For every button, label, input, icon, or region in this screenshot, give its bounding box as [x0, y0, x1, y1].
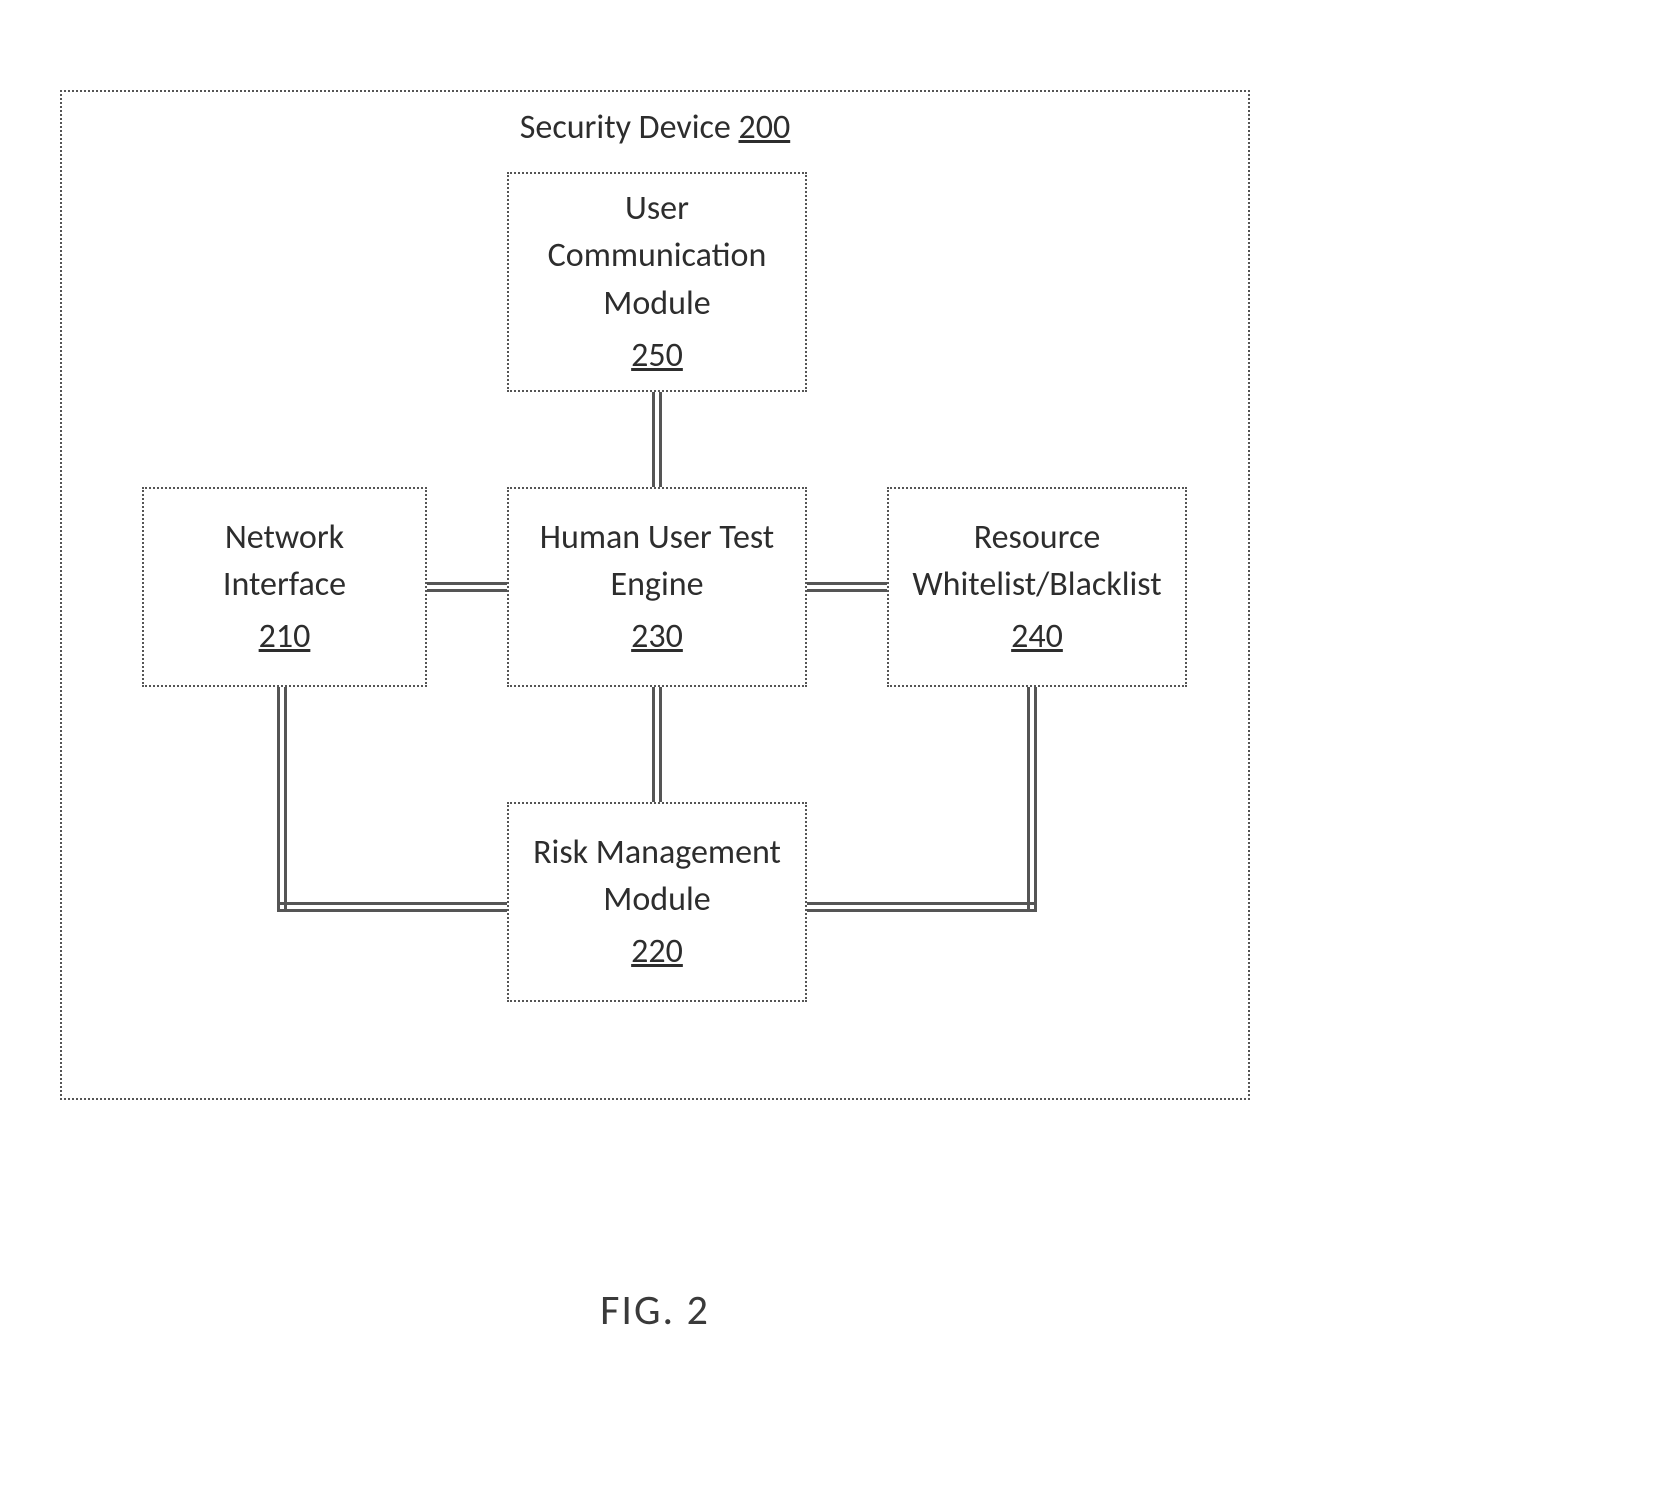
block-label-line: Communication: [548, 232, 767, 280]
diagram-container: Security Device 200 User Communication M…: [60, 90, 1250, 1100]
block-label-line: Resource: [974, 514, 1101, 562]
block-number: 250: [631, 332, 683, 380]
connector-netif-to-risk-vertical: [277, 687, 287, 912]
block-label-line: Network: [225, 514, 344, 562]
block-network-interface: Network Interface 210: [142, 487, 427, 687]
connector-usercomm-to-engine: [652, 392, 662, 487]
connector-whitelist-to-risk-vertical: [1027, 687, 1037, 912]
block-label-line: User: [625, 185, 689, 233]
container-number: 200: [739, 107, 791, 148]
block-risk-management-module: Risk Management Module 220: [507, 802, 807, 1002]
block-number: 210: [259, 613, 311, 661]
block-user-communication-module: User Communication Module 250: [507, 172, 807, 392]
block-human-user-test-engine: Human User Test Engine 230: [507, 487, 807, 687]
block-label-line: Engine: [610, 561, 703, 609]
block-number: 230: [631, 613, 683, 661]
block-resource-whitelist-blacklist: Resource Whitelist/Blacklist 240: [887, 487, 1187, 687]
block-label-line: Whitelist/Blacklist: [912, 561, 1161, 609]
connector-netif-to-engine: [427, 582, 507, 592]
block-label-line: Human User Test: [540, 514, 774, 562]
connector-whitelist-to-risk-horizontal: [807, 902, 1037, 912]
connector-engine-to-risk: [652, 687, 662, 802]
figure-caption: FIG. 2: [0, 1285, 1310, 1336]
container-title: Security Device 200: [62, 107, 1248, 148]
block-label-line: Module: [603, 876, 710, 924]
block-number: 220: [631, 928, 683, 976]
block-label-line: Risk Management: [533, 829, 781, 877]
block-label-line: Module: [603, 280, 710, 328]
block-number: 240: [1011, 613, 1063, 661]
connector-engine-to-whitelist: [807, 582, 887, 592]
page: Security Device 200 User Communication M…: [0, 0, 1658, 1506]
container-title-text: Security Device: [520, 107, 739, 148]
connector-netif-to-risk-horizontal: [277, 902, 507, 912]
block-label-line: Interface: [223, 561, 346, 609]
